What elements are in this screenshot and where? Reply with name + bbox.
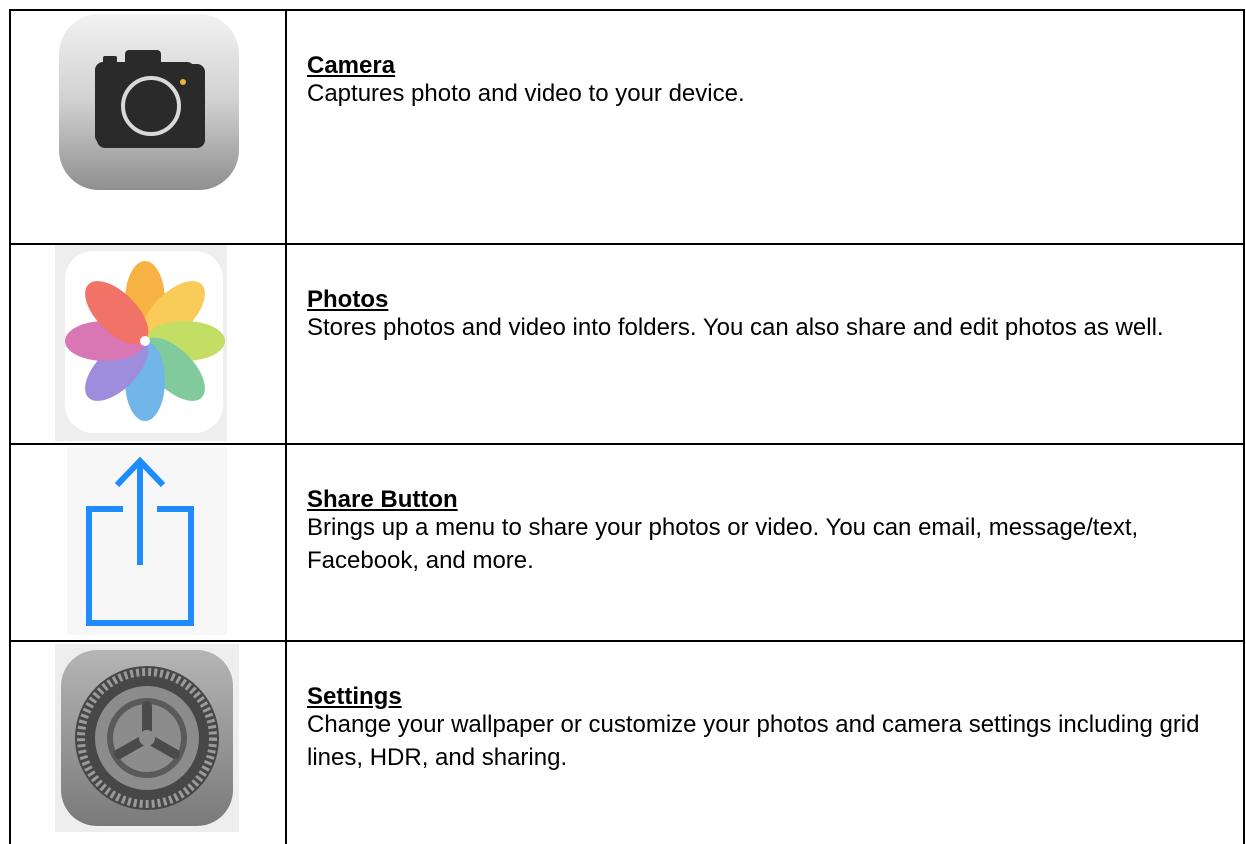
row-description: Stores photos and video into folders. Yo… [307, 314, 1164, 341]
table-row-settings: Settings Change your wallpaper or custom… [9, 642, 1245, 844]
table-row-photos: Photos Stores photos and video into fold… [9, 245, 1245, 443]
table-row-share-button: Share Button Brings up a menu to share y… [9, 445, 1245, 640]
icon-cell [9, 642, 286, 844]
icon-cell [9, 11, 286, 243]
text-cell: Photos Stores photos and video into fold… [307, 286, 1235, 344]
row-title: Settings [307, 683, 402, 710]
photos-icon [55, 245, 227, 441]
text-cell: Settings Change your wallpaper or custom… [307, 683, 1235, 774]
icon-cell [9, 445, 286, 640]
icon-cell [9, 245, 286, 443]
share-icon [67, 447, 227, 635]
row-title: Share Button [307, 486, 458, 513]
row-description: Captures photo and video to your device. [307, 80, 745, 107]
row-title: Camera [307, 52, 396, 79]
row-description: Brings up a menu to share your photos or… [307, 514, 1139, 574]
text-cell: Share Button Brings up a menu to share y… [307, 486, 1235, 577]
settings-icon [55, 644, 239, 832]
table-row-camera: Camera Captures photo and video to your … [9, 11, 1245, 243]
text-cell: Camera Captures photo and video to your … [307, 52, 1235, 110]
features-table: Camera Captures photo and video to your … [0, 0, 1246, 844]
camera-icon [59, 14, 239, 190]
row-title: Photos [307, 286, 389, 313]
row-description: Change your wallpaper or customize your … [307, 711, 1200, 771]
